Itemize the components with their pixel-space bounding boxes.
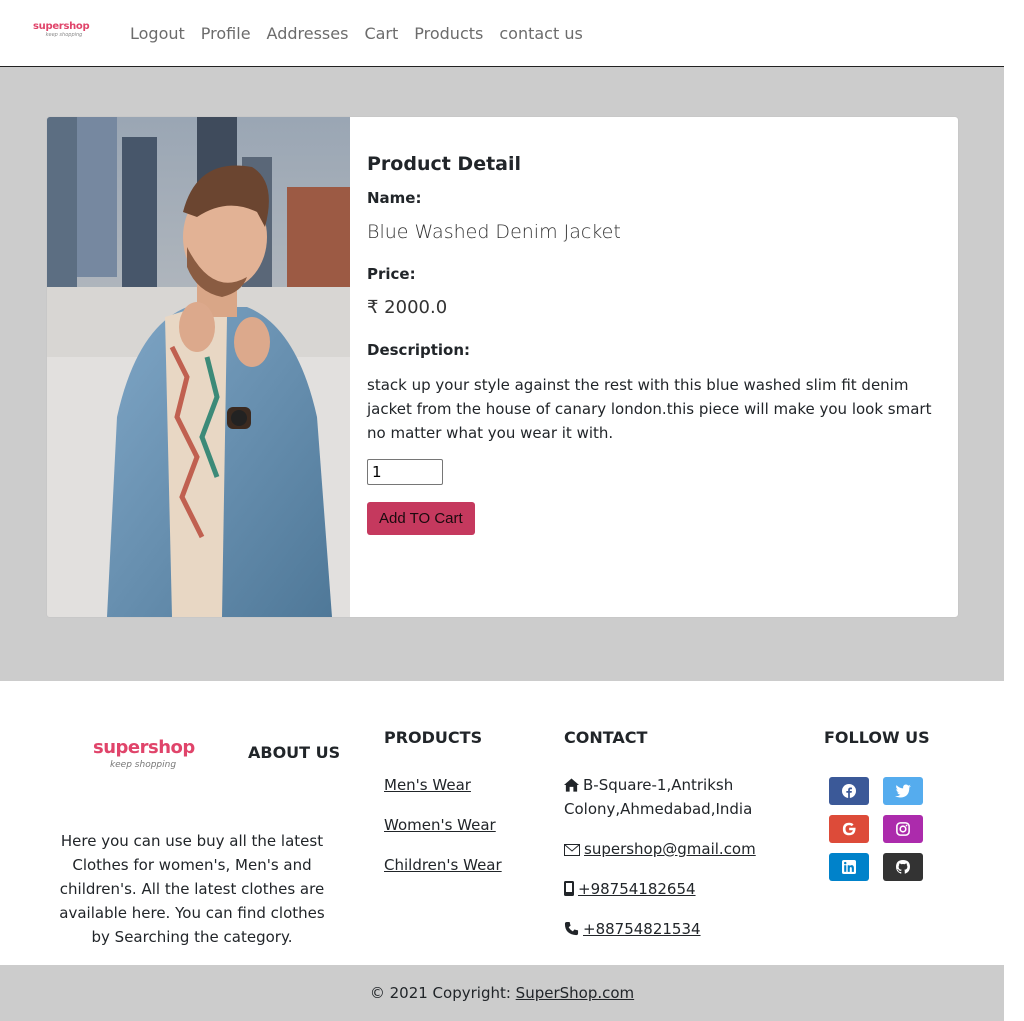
nav-links: Logout Profile Addresses Cart Products c… <box>130 24 599 43</box>
brand-logo[interactable]: supershop keep shopping <box>33 22 95 44</box>
about-text: Here you can use buy all the latest Clot… <box>59 832 325 946</box>
add-to-cart-button[interactable]: Add TO Cart <box>367 502 475 535</box>
email-link[interactable]: supershop@gmail.com <box>584 840 756 858</box>
quantity-input[interactable] <box>367 459 443 485</box>
email-row: supershop@gmail.com <box>564 837 784 861</box>
about-heading: ABOUT US <box>248 743 341 762</box>
footer-logo-tagline: keep shopping <box>109 760 177 770</box>
phone-icon <box>564 921 579 936</box>
description-label: Description: <box>367 341 471 359</box>
social-links <box>829 777 929 881</box>
products-heading: PRODUCTS <box>384 728 483 747</box>
copyright-link[interactable]: SuperShop.com <box>516 984 634 1002</box>
navbar: supershop keep shopping Logout Profile A… <box>0 0 1004 67</box>
childrens-wear-link[interactable]: Children's Wear <box>384 853 502 877</box>
copyright-bar: © 2021 Copyright: SuperShop.com <box>0 965 1004 1021</box>
product-card: Product Detail Name: Blue Washed Denim J… <box>46 116 959 618</box>
nav-products-link[interactable]: Products <box>414 24 483 43</box>
mobile-link[interactable]: +98754182654 <box>578 880 696 898</box>
footer-logo: supershop keep shopping <box>93 737 195 770</box>
envelope-icon <box>564 844 580 856</box>
mobile-icon <box>564 881 574 896</box>
twitter-icon[interactable] <box>883 777 923 805</box>
product-name: Blue Washed Denim Jacket <box>367 221 621 243</box>
womens-wear-link[interactable]: Women's Wear <box>384 813 502 837</box>
google-icon[interactable] <box>829 815 869 843</box>
instagram-icon[interactable] <box>883 815 923 843</box>
main-section: Product Detail Name: Blue Washed Denim J… <box>0 67 1004 681</box>
footer: supershop keep shopping ABOUT US Here yo… <box>0 681 1004 1021</box>
name-label: Name: <box>367 189 422 207</box>
follow-heading: FOLLOW US <box>824 728 930 747</box>
footer-logo-name: supershop <box>93 737 195 758</box>
mens-wear-link[interactable]: Men's Wear <box>384 773 502 797</box>
contact-heading: CONTACT <box>564 728 648 747</box>
contact-info: B-Square-1,Antriksh Colony,Ahmedabad,Ind… <box>564 773 784 957</box>
linkedin-icon[interactable] <box>829 853 869 881</box>
product-image <box>47 117 350 617</box>
brand-logo-name: supershop <box>33 21 90 32</box>
github-icon[interactable] <box>883 853 923 881</box>
nav-addresses-link[interactable]: Addresses <box>267 24 349 43</box>
home-icon <box>564 778 579 792</box>
product-detail-heading: Product Detail <box>367 153 522 175</box>
nav-logout-link[interactable]: Logout <box>130 24 185 43</box>
price-label: Price: <box>367 265 416 283</box>
address-row: B-Square-1,Antriksh Colony,Ahmedabad,Ind… <box>564 773 784 821</box>
product-detail: Product Detail Name: Blue Washed Denim J… <box>350 117 958 617</box>
product-links: Men's Wear Women's Wear Children's Wear <box>384 773 502 893</box>
nav-profile-link[interactable]: Profile <box>201 24 251 43</box>
product-price: ₹ 2000.0 <box>367 297 448 318</box>
brand-logo-tagline: keep shopping <box>45 32 83 38</box>
facebook-icon[interactable] <box>829 777 869 805</box>
phone-link[interactable]: +88754821534 <box>583 920 701 938</box>
nav-contact-link[interactable]: contact us <box>499 24 582 43</box>
nav-cart-link[interactable]: Cart <box>364 24 398 43</box>
copyright-text: © 2021 Copyright: <box>369 984 516 1002</box>
phone-row: +88754821534 <box>564 917 784 941</box>
address-text: B-Square-1,Antriksh Colony,Ahmedabad,Ind… <box>564 776 753 818</box>
mobile-row: +98754182654 <box>564 877 784 901</box>
product-description: stack up your style against the rest wit… <box>367 376 932 442</box>
